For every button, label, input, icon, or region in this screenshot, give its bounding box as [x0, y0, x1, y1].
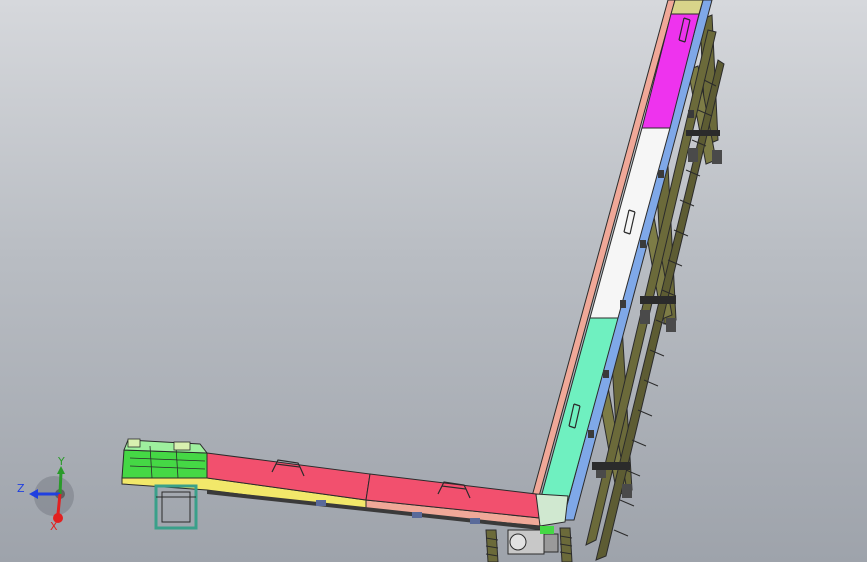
rail-bracket [640, 240, 646, 248]
rail-bracket [412, 512, 422, 518]
tail-section-green[interactable] [121, 449, 208, 479]
drive-motor-end [509, 533, 527, 551]
leg-pad [688, 148, 698, 162]
rail-bracket [620, 300, 626, 308]
corner-plate [535, 493, 569, 527]
triad-x-axis [56, 493, 62, 515]
leg-pad [640, 310, 650, 324]
incline-segment-olive-top [670, 0, 704, 15]
tail-support-frame [154, 484, 198, 530]
reference-triad: Y Z X [17, 455, 74, 533]
conveyor-assembly-model[interactable]: Y Z X [0, 0, 867, 562]
rail-bracket [470, 518, 480, 524]
rail-bracket [588, 430, 594, 438]
triad-z-arrowhead [29, 489, 38, 499]
drive-bracket-green [540, 526, 554, 534]
tail-cap [173, 441, 191, 451]
tail-cap [127, 438, 141, 448]
triad-z-label: Z [17, 482, 25, 495]
tie-bar [592, 462, 630, 470]
leg-pad [712, 150, 722, 164]
leg-pad [666, 318, 676, 332]
graphics-viewport[interactable]: Y Z X [0, 0, 867, 562]
leg-pad [622, 484, 632, 498]
triad-x-label: X [50, 520, 58, 533]
rail-bracket [603, 370, 609, 378]
rail-bracket [688, 110, 694, 118]
rail-bracket [658, 170, 664, 178]
drive-gearbox [543, 533, 559, 553]
triad-origin-shadow [34, 476, 74, 516]
triad-y-label: Y [57, 455, 65, 468]
triad-y-axis [58, 471, 63, 495]
tie-bar [686, 130, 720, 136]
tie-bar [640, 296, 676, 304]
rail-bracket [316, 500, 326, 506]
